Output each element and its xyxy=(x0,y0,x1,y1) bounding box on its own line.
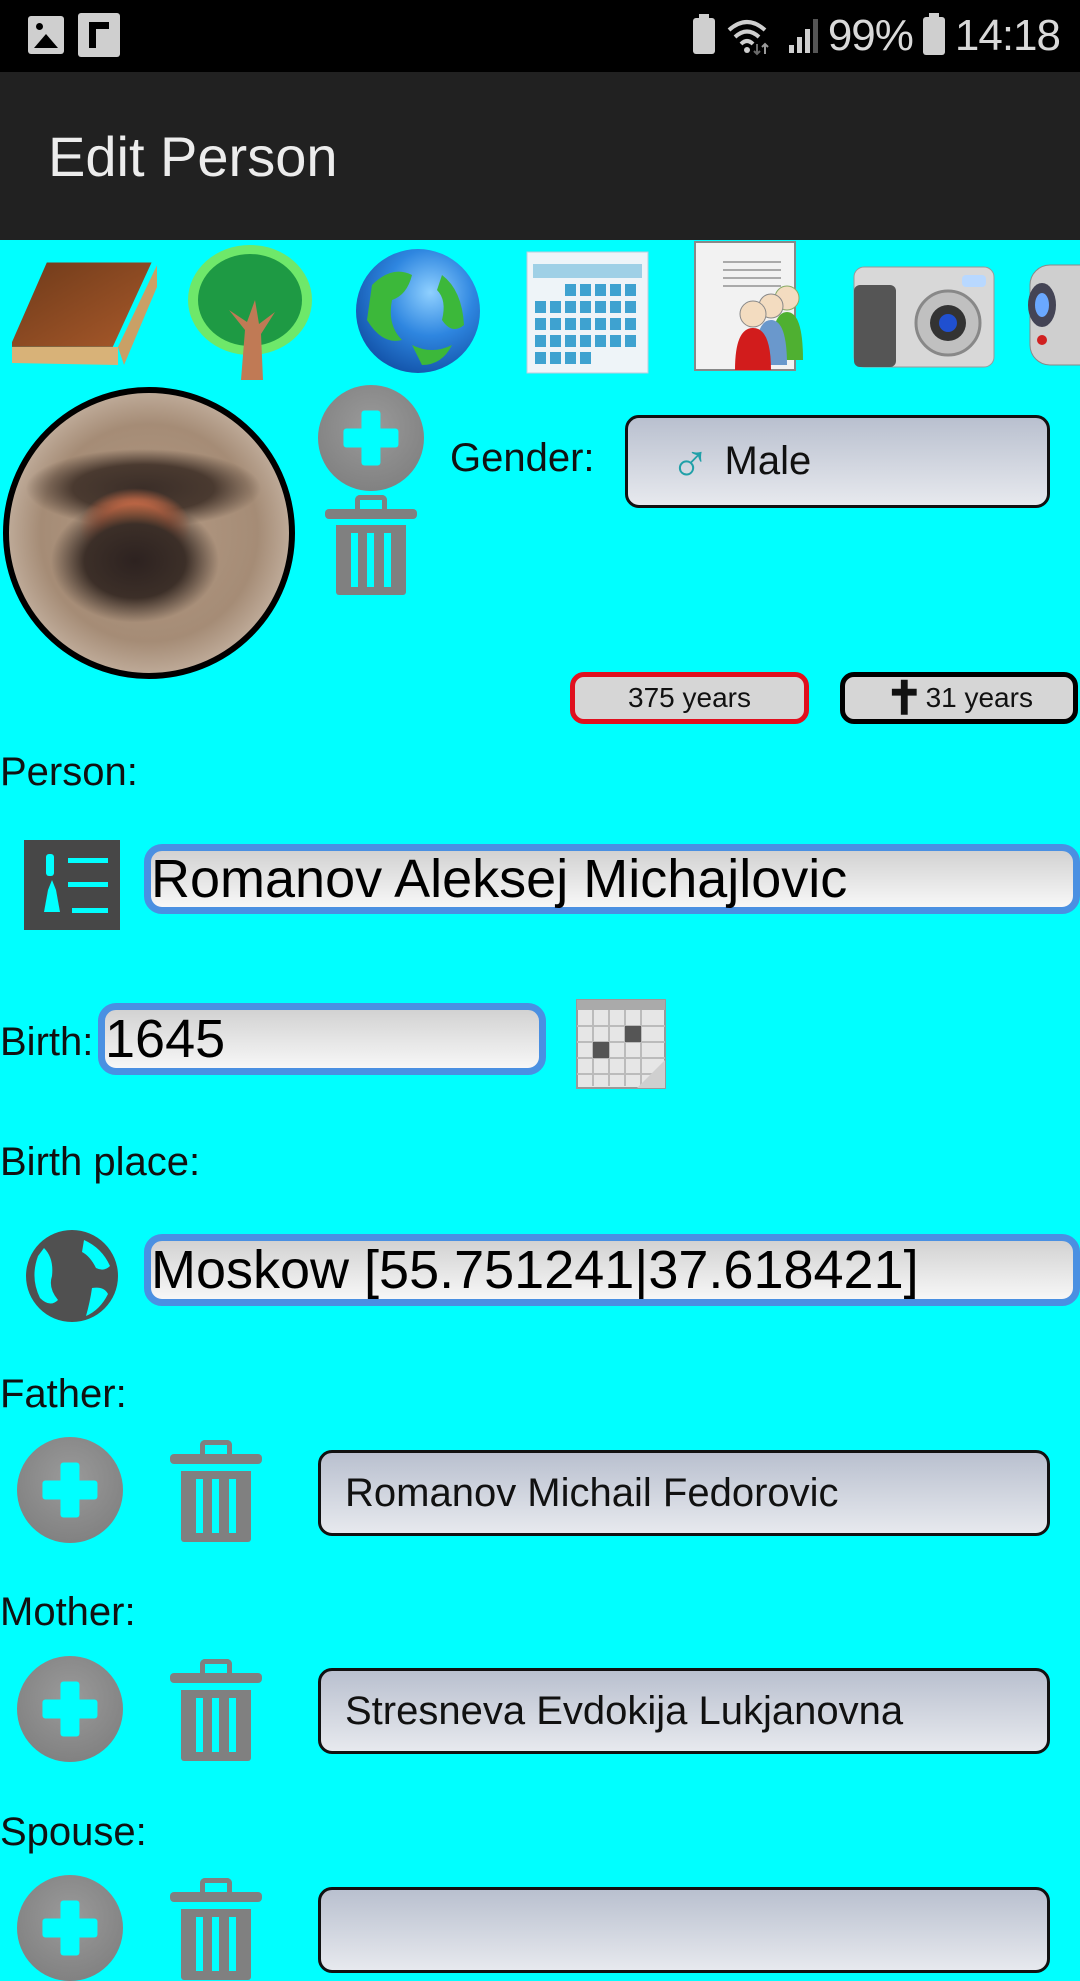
cross-icon: ✝ xyxy=(885,672,924,724)
father-name: Romanov Michail Fedorovic xyxy=(345,1470,839,1515)
birth-place-label: Birth place: xyxy=(0,1140,201,1184)
gender-selector[interactable]: ♂ Male xyxy=(625,415,1050,508)
age-badge: 375 years xyxy=(570,672,809,724)
death-age-badge: ✝ 31 years xyxy=(840,672,1078,724)
delete-spouse-button[interactable] xyxy=(170,1878,262,1980)
people-document-icon[interactable] xyxy=(693,240,823,375)
person-name-input[interactable]: Romanov Aleksej Michajlovic xyxy=(144,844,1080,914)
gallery-icon xyxy=(28,16,64,54)
age-text: 375 years xyxy=(628,682,751,713)
video-camera-icon[interactable] xyxy=(1020,245,1080,375)
mother-selector[interactable]: Stresneva Evdokija Lukjanovna xyxy=(318,1668,1050,1754)
flipboard-icon xyxy=(78,13,120,57)
signal-icon xyxy=(788,19,818,53)
person-label: Person: xyxy=(0,750,138,794)
clock: 14:18 xyxy=(954,11,1061,60)
battery-charging-icon xyxy=(922,13,945,55)
globe-icon[interactable] xyxy=(352,245,487,375)
mother-name: Stresneva Evdokija Lukjanovna xyxy=(345,1688,904,1733)
spouse-label: Spouse: xyxy=(0,1810,147,1854)
gender-label: Gender: xyxy=(450,436,595,480)
app-bar: Edit Person xyxy=(0,72,1080,240)
spouse-selector[interactable] xyxy=(318,1887,1050,1973)
book-icon[interactable] xyxy=(12,245,157,375)
page-title: Edit Person xyxy=(48,125,338,188)
father-label: Father: xyxy=(0,1372,127,1416)
delete-mother-button[interactable] xyxy=(170,1659,262,1761)
add-father-button[interactable] xyxy=(17,1437,123,1543)
delete-father-button[interactable] xyxy=(170,1440,262,1542)
mother-label: Mother: xyxy=(0,1590,136,1634)
add-mother-button[interactable] xyxy=(17,1656,123,1762)
person-list-icon[interactable] xyxy=(24,840,120,930)
birth-place-input[interactable]: Moskow [55.751241|37.618421] xyxy=(144,1234,1080,1306)
battery-saver-icon xyxy=(692,14,715,54)
tree-icon[interactable] xyxy=(183,240,318,380)
birth-date-value: 1645 xyxy=(105,1009,226,1069)
gender-value: Male xyxy=(724,439,812,483)
globe-pin-icon[interactable] xyxy=(24,1228,120,1324)
birth-label: Birth: xyxy=(0,1020,94,1064)
status-bar: 99% 14:18 xyxy=(0,0,1080,72)
father-selector[interactable]: Romanov Michail Fedorovic xyxy=(318,1450,1050,1536)
death-age-text: 31 years xyxy=(925,682,1033,713)
birth-place-value: Moskow [55.751241|37.618421] xyxy=(151,1240,919,1300)
calendar-picker-icon[interactable] xyxy=(575,998,667,1090)
battery-percent: 99% xyxy=(827,11,914,60)
calendar-icon[interactable] xyxy=(525,250,650,375)
person-name-value: Romanov Aleksej Michajlovic xyxy=(151,849,848,909)
add-spouse-button[interactable] xyxy=(17,1875,123,1981)
wifi-icon xyxy=(727,20,769,56)
camera-icon[interactable] xyxy=(852,245,997,375)
birth-date-input[interactable]: 1645 xyxy=(98,1003,546,1075)
person-photo[interactable] xyxy=(3,387,295,679)
add-photo-button[interactable] xyxy=(318,385,424,491)
male-symbol-icon: ♂ xyxy=(670,431,711,492)
delete-photo-button[interactable] xyxy=(325,495,417,595)
